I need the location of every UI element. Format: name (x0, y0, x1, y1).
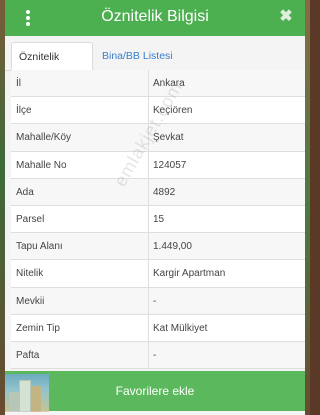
attribute-label: Mevkii (16, 295, 45, 307)
attribute-label: İlçe (16, 105, 32, 117)
attribute-label: Parsel (16, 213, 45, 225)
attribute-row: Nitelik Kargir Apartman (11, 260, 305, 288)
tab-building-list[interactable]: Bina/BB Listesi (95, 42, 180, 70)
column-divider (148, 70, 149, 97)
column-divider (148, 205, 149, 233)
attribute-label: Mahalle/Köy (16, 132, 72, 144)
attribute-label: Nitelik (16, 268, 44, 280)
attribute-label: Pafta (16, 349, 40, 361)
attribute-value: 15 (153, 213, 165, 225)
column-divider (148, 178, 149, 205)
attribute-value: Kat Mülkiyet (153, 322, 208, 334)
attribute-label: İl (16, 78, 21, 89)
attribute-row: Mahalle No 124057 (11, 151, 305, 179)
attribute-row: Mevkii - (11, 287, 305, 315)
attribute-value: 124057 (153, 159, 187, 171)
add-to-favorites-button[interactable]: Favorilere ekle (5, 371, 305, 411)
column-divider (148, 260, 149, 287)
attribute-value: - (153, 295, 157, 307)
attribute-row: İl Ankara (11, 70, 305, 98)
property-thumbnail[interactable] (5, 374, 49, 412)
dialog-title: Öznitelik Bilgisi (101, 8, 209, 25)
column-divider (148, 233, 149, 260)
attribute-label: Tapu Alanı (16, 241, 63, 253)
attribute-label: Zemin Tip (16, 322, 60, 334)
attribute-label: Mahalle No (16, 159, 67, 171)
attribute-row: Pafta - (11, 341, 305, 370)
tab-attribute-info[interactable]: Öznitelik Bilgisi (11, 42, 93, 91)
attribute-value: - (153, 349, 157, 361)
column-divider (148, 341, 149, 369)
tab-bar: Öznitelik Bilgisi Bina/BB Listesi (5, 42, 305, 91)
attribute-row: Ada 4892 (11, 178, 305, 206)
attribute-row: Parsel 15 (11, 205, 305, 234)
attribute-dialog: Öznitelik Bilgisi ✖ Öznitelik Bilgisi Bi… (5, 0, 305, 415)
attribute-row: Tapu Alanı 1.449,00 (11, 233, 305, 261)
background-right-edge (305, 0, 310, 415)
attribute-value: 4892 (153, 186, 176, 198)
close-icon[interactable]: ✖ (277, 8, 295, 26)
dialog-header: Öznitelik Bilgisi ✖ (5, 0, 305, 36)
attribute-value: Kargir Apartman (153, 268, 226, 280)
attribute-row: Zemin Tip Kat Mülkiyet (11, 314, 305, 342)
attribute-value: 1.449,00 (153, 241, 192, 253)
attribute-label: Ada (16, 186, 34, 198)
column-divider (148, 287, 149, 314)
column-divider (148, 314, 149, 341)
